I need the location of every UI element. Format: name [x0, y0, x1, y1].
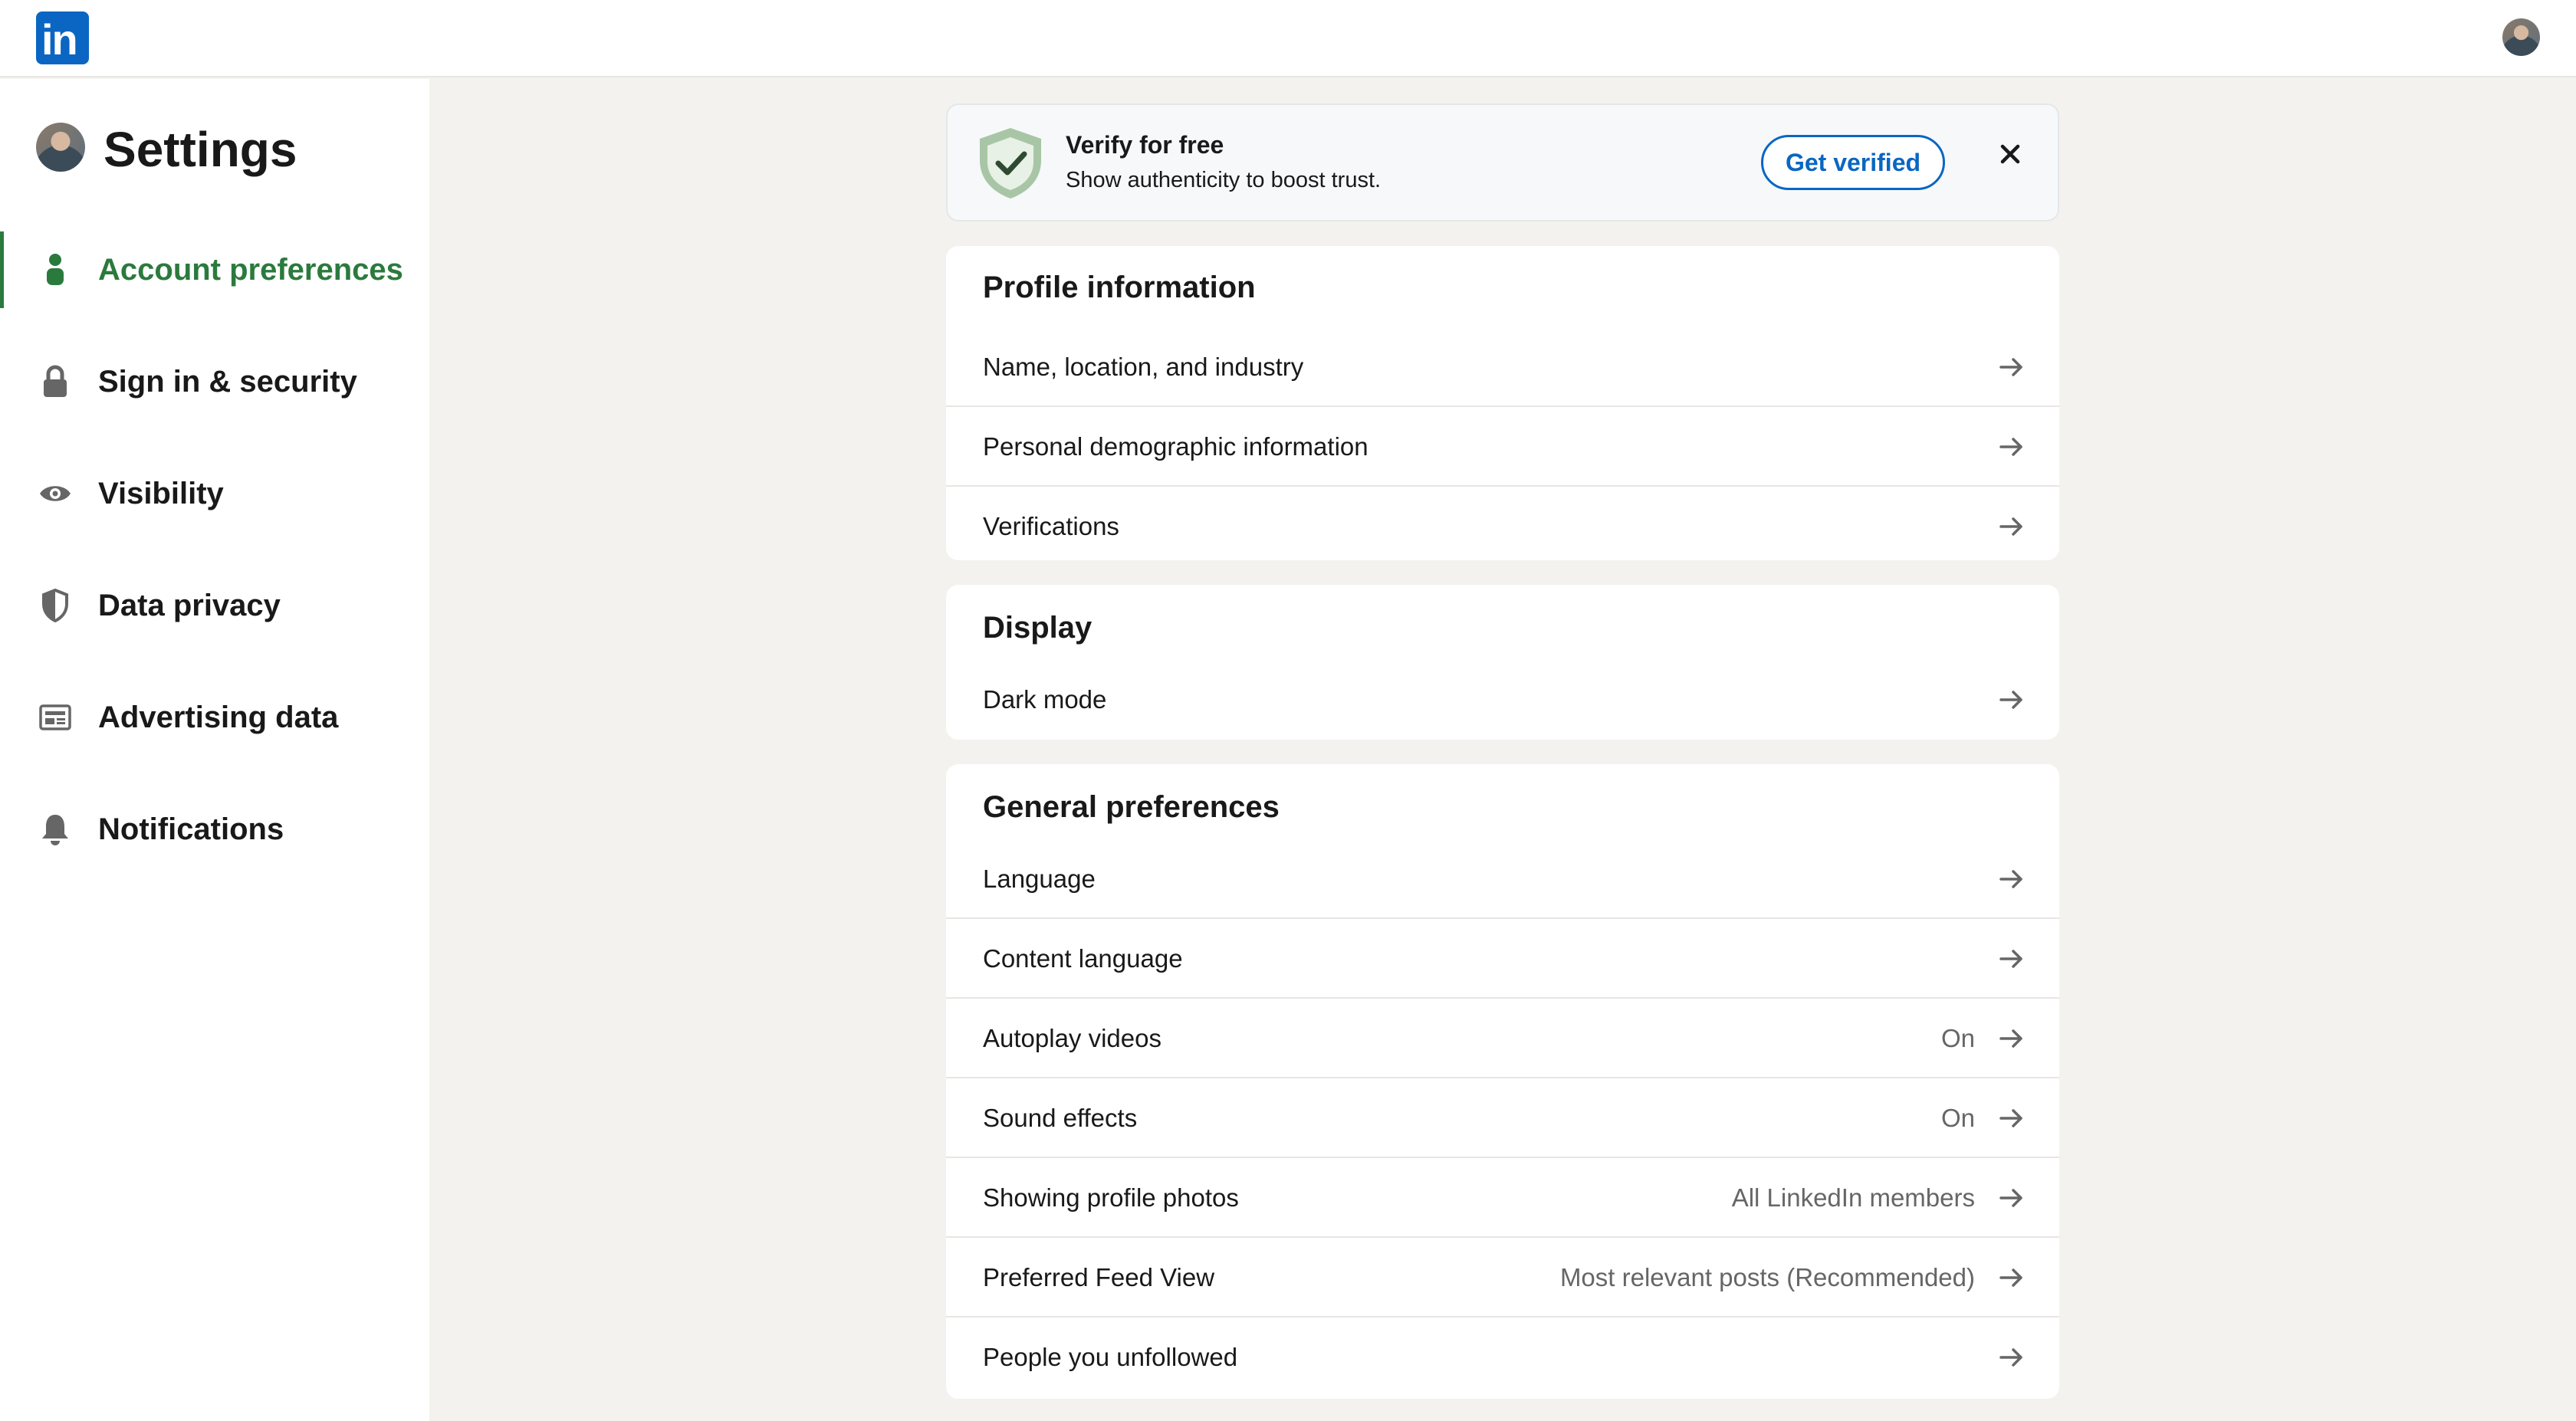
- verify-subtitle: Show authenticity to boost trust.: [1066, 168, 1382, 192]
- close-icon[interactable]: [1992, 136, 2029, 172]
- avatar: [36, 123, 85, 172]
- ad-icon: [37, 699, 74, 736]
- row-label: Content language: [983, 944, 1183, 973]
- get-verified-button[interactable]: Get verified: [1761, 135, 1945, 190]
- sidebar-item-account-preferences[interactable]: Account preferences: [0, 231, 429, 308]
- sidebar-item-sign-in-security[interactable]: Sign in & security: [0, 343, 429, 420]
- arrow-right-icon: [1999, 1348, 2022, 1367]
- row-value: On: [1940, 1024, 1975, 1052]
- row-label: Personal demographic information: [983, 432, 1368, 461]
- sidebar-item-label: Notifications: [98, 812, 284, 846]
- arrow-right-icon: [1999, 950, 2022, 968]
- section-title: Display: [983, 611, 1092, 645]
- sidebar-item-visibility[interactable]: Visibility: [0, 455, 429, 532]
- arrow-right-icon: [1999, 1268, 2022, 1287]
- arrow-right-icon: [1999, 438, 2022, 456]
- row-label: People you unfollowed: [983, 1343, 1238, 1371]
- sidebar-item-label: Visibility: [98, 476, 224, 510]
- profile-avatar[interactable]: [2502, 18, 2540, 56]
- verified-shield-icon: [980, 128, 1041, 199]
- arrow-right-icon: [1999, 691, 2022, 709]
- row-label: Dark mode: [983, 685, 1107, 714]
- profile-information-card: Profile information Name, location, and …: [946, 246, 2059, 560]
- settings-row-name-location-industry[interactable]: Name, location, and industry: [946, 327, 2059, 407]
- section-title: General preferences: [983, 790, 1280, 824]
- arrow-right-icon: [1999, 1029, 2022, 1048]
- arrow-right-icon: [1999, 870, 2022, 888]
- row-value: On: [1940, 1104, 1975, 1132]
- top-bar: in: [0, 0, 2576, 77]
- settings-row-sound-effects[interactable]: Sound effects On: [946, 1078, 2059, 1158]
- row-label: Language: [983, 865, 1096, 893]
- row-label: Preferred Feed View: [983, 1263, 1215, 1291]
- person-icon: [37, 251, 74, 288]
- row-label: Sound effects: [983, 1104, 1138, 1132]
- settings-sidebar: Settings Account preferences Sign in & s…: [0, 79, 429, 1421]
- section-title: Profile information: [983, 271, 1256, 304]
- sidebar-item-advertising-data[interactable]: Advertising data: [0, 679, 429, 756]
- linkedin-logo-icon[interactable]: in: [36, 11, 89, 64]
- settings-row-showing-profile-photos[interactable]: Showing profile photos All LinkedIn memb…: [946, 1158, 2059, 1238]
- shield-icon: [37, 587, 74, 624]
- arrow-right-icon: [1999, 1189, 2022, 1207]
- arrow-right-icon: [1999, 1109, 2022, 1127]
- sidebar-item-label: Advertising data: [98, 700, 339, 734]
- settings-row-autoplay-videos[interactable]: Autoplay videos On: [946, 999, 2059, 1078]
- settings-row-preferred-feed-view[interactable]: Preferred Feed View Most relevant posts …: [946, 1238, 2059, 1318]
- sidebar-item-label: Sign in & security: [98, 364, 357, 399]
- page-title: Settings: [104, 122, 297, 177]
- settings-row-dark-mode[interactable]: Dark mode: [946, 660, 2059, 740]
- settings-row-people-unfollowed[interactable]: People you unfollowed: [946, 1318, 2059, 1397]
- sidebar-item-label: Data privacy: [98, 588, 281, 622]
- arrow-right-icon: [1999, 517, 2022, 536]
- verify-title: Verify for free: [1066, 131, 1224, 159]
- row-value: All LinkedIn members: [1731, 1183, 1975, 1212]
- sidebar-item-data-privacy[interactable]: Data privacy: [0, 567, 429, 644]
- general-preferences-card: General preferences Language Content lan…: [946, 764, 2059, 1399]
- settings-row-demographic-info[interactable]: Personal demographic information: [946, 407, 2059, 487]
- row-label: Name, location, and industry: [983, 353, 1304, 381]
- arrow-right-icon: [1999, 358, 2022, 376]
- settings-row-verifications[interactable]: Verifications: [946, 487, 2059, 560]
- sidebar-item-label: Account preferences: [98, 252, 403, 287]
- settings-row-content-language[interactable]: Content language: [946, 919, 2059, 999]
- display-card: Display Dark mode: [946, 585, 2059, 740]
- bell-icon: [37, 811, 74, 848]
- row-label: Autoplay videos: [983, 1024, 1162, 1052]
- row-label: Showing profile photos: [983, 1183, 1239, 1212]
- eye-icon: [37, 475, 74, 512]
- sidebar-item-notifications[interactable]: Notifications: [0, 791, 429, 868]
- row-value: Most relevant posts (Recommended): [1559, 1263, 1975, 1291]
- verify-banner: Verify for free Show authenticity to boo…: [946, 103, 2059, 222]
- settings-row-language[interactable]: Language: [946, 839, 2059, 919]
- lock-icon: [37, 363, 74, 400]
- row-label: Verifications: [983, 512, 1119, 540]
